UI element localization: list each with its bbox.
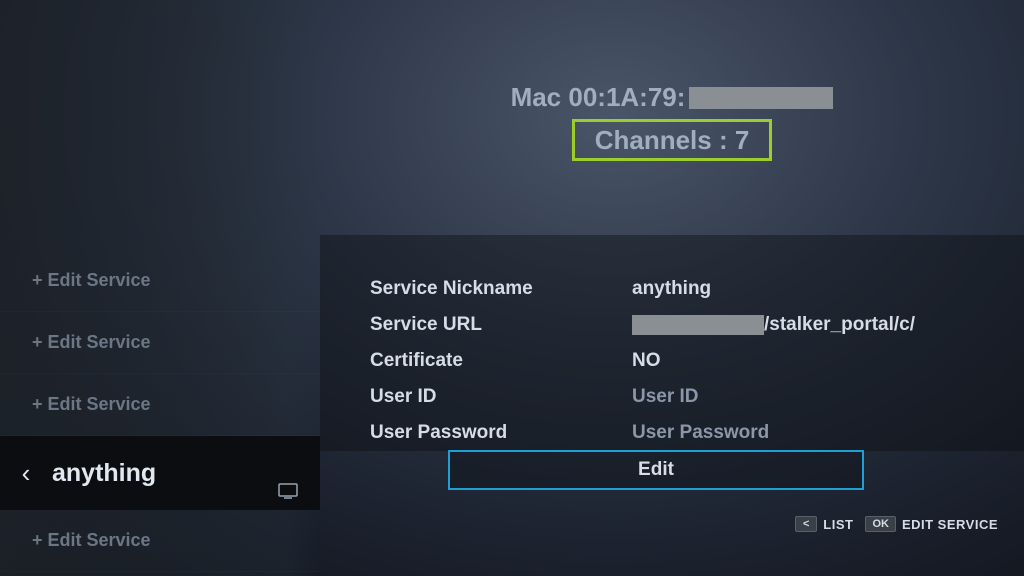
sidebar-item-label: + Edit Service bbox=[32, 270, 151, 291]
hint-list: < LIST bbox=[795, 516, 853, 532]
label-user-password: User Password bbox=[370, 422, 632, 444]
row-user-id: User ID User ID bbox=[370, 379, 1024, 415]
channels-label: Channels : 7 bbox=[595, 125, 750, 156]
service-detail-panel: Service Nickname anything Service URL /s… bbox=[320, 235, 1024, 451]
label-user-id: User ID bbox=[370, 386, 632, 408]
channels-highlight: Channels : 7 bbox=[572, 119, 772, 161]
url-redacted bbox=[632, 315, 764, 335]
hint-list-label: LIST bbox=[823, 517, 853, 532]
label-service-url: Service URL bbox=[370, 314, 632, 336]
sidebar-item-edit-service[interactable]: + Edit Service bbox=[0, 312, 320, 374]
hint-edit-service-label: EDIT SERVICE bbox=[902, 517, 998, 532]
value-service-nickname: anything bbox=[632, 278, 711, 300]
sidebar-item-label: + Edit Service bbox=[32, 530, 151, 551]
footer-hints: < LIST OK EDIT SERVICE bbox=[795, 516, 998, 532]
sidebar-item-label: + Edit Service bbox=[32, 332, 151, 353]
label-service-nickname: Service Nickname bbox=[370, 278, 632, 300]
row-service-nickname: Service Nickname anything bbox=[370, 271, 1024, 307]
mac-prefix: Mac 00:1A:79: bbox=[511, 82, 686, 113]
ok-key-icon: OK bbox=[865, 516, 896, 532]
label-certificate: Certificate bbox=[370, 350, 632, 372]
sidebar-item-selected[interactable]: ‹ anything bbox=[0, 436, 320, 510]
back-key-icon: < bbox=[795, 516, 817, 532]
mac-address-line: Mac 00:1A:79: bbox=[320, 82, 1024, 113]
row-service-url: Service URL /stalker_portal/c/ bbox=[370, 307, 1024, 343]
tv-icon bbox=[278, 483, 298, 504]
value-service-url: /stalker_portal/c/ bbox=[632, 314, 915, 336]
sidebar-item-edit-service[interactable]: + Edit Service bbox=[0, 374, 320, 436]
sidebar-item-label: + Edit Service bbox=[32, 394, 151, 415]
value-certificate: NO bbox=[632, 350, 661, 372]
back-icon[interactable]: ‹ bbox=[0, 458, 52, 489]
hint-edit-service: OK EDIT SERVICE bbox=[865, 516, 998, 532]
row-user-password: User Password User Password bbox=[370, 415, 1024, 451]
row-certificate: Certificate NO bbox=[370, 343, 1024, 379]
sidebar-item-edit-service[interactable]: + Edit Service bbox=[0, 250, 320, 312]
value-user-id: User ID bbox=[632, 386, 699, 408]
device-info: Mac 00:1A:79: Channels : 7 bbox=[320, 0, 1024, 235]
mac-redacted bbox=[689, 87, 833, 109]
service-sidebar: + Edit Service + Edit Service + Edit Ser… bbox=[0, 0, 320, 576]
sidebar-selected-label: anything bbox=[52, 459, 156, 488]
edit-button-label: Edit bbox=[638, 459, 674, 481]
edit-button[interactable]: Edit bbox=[448, 450, 864, 490]
sidebar-item-edit-service[interactable]: + Edit Service bbox=[0, 510, 320, 572]
value-user-password: User Password bbox=[632, 422, 769, 444]
